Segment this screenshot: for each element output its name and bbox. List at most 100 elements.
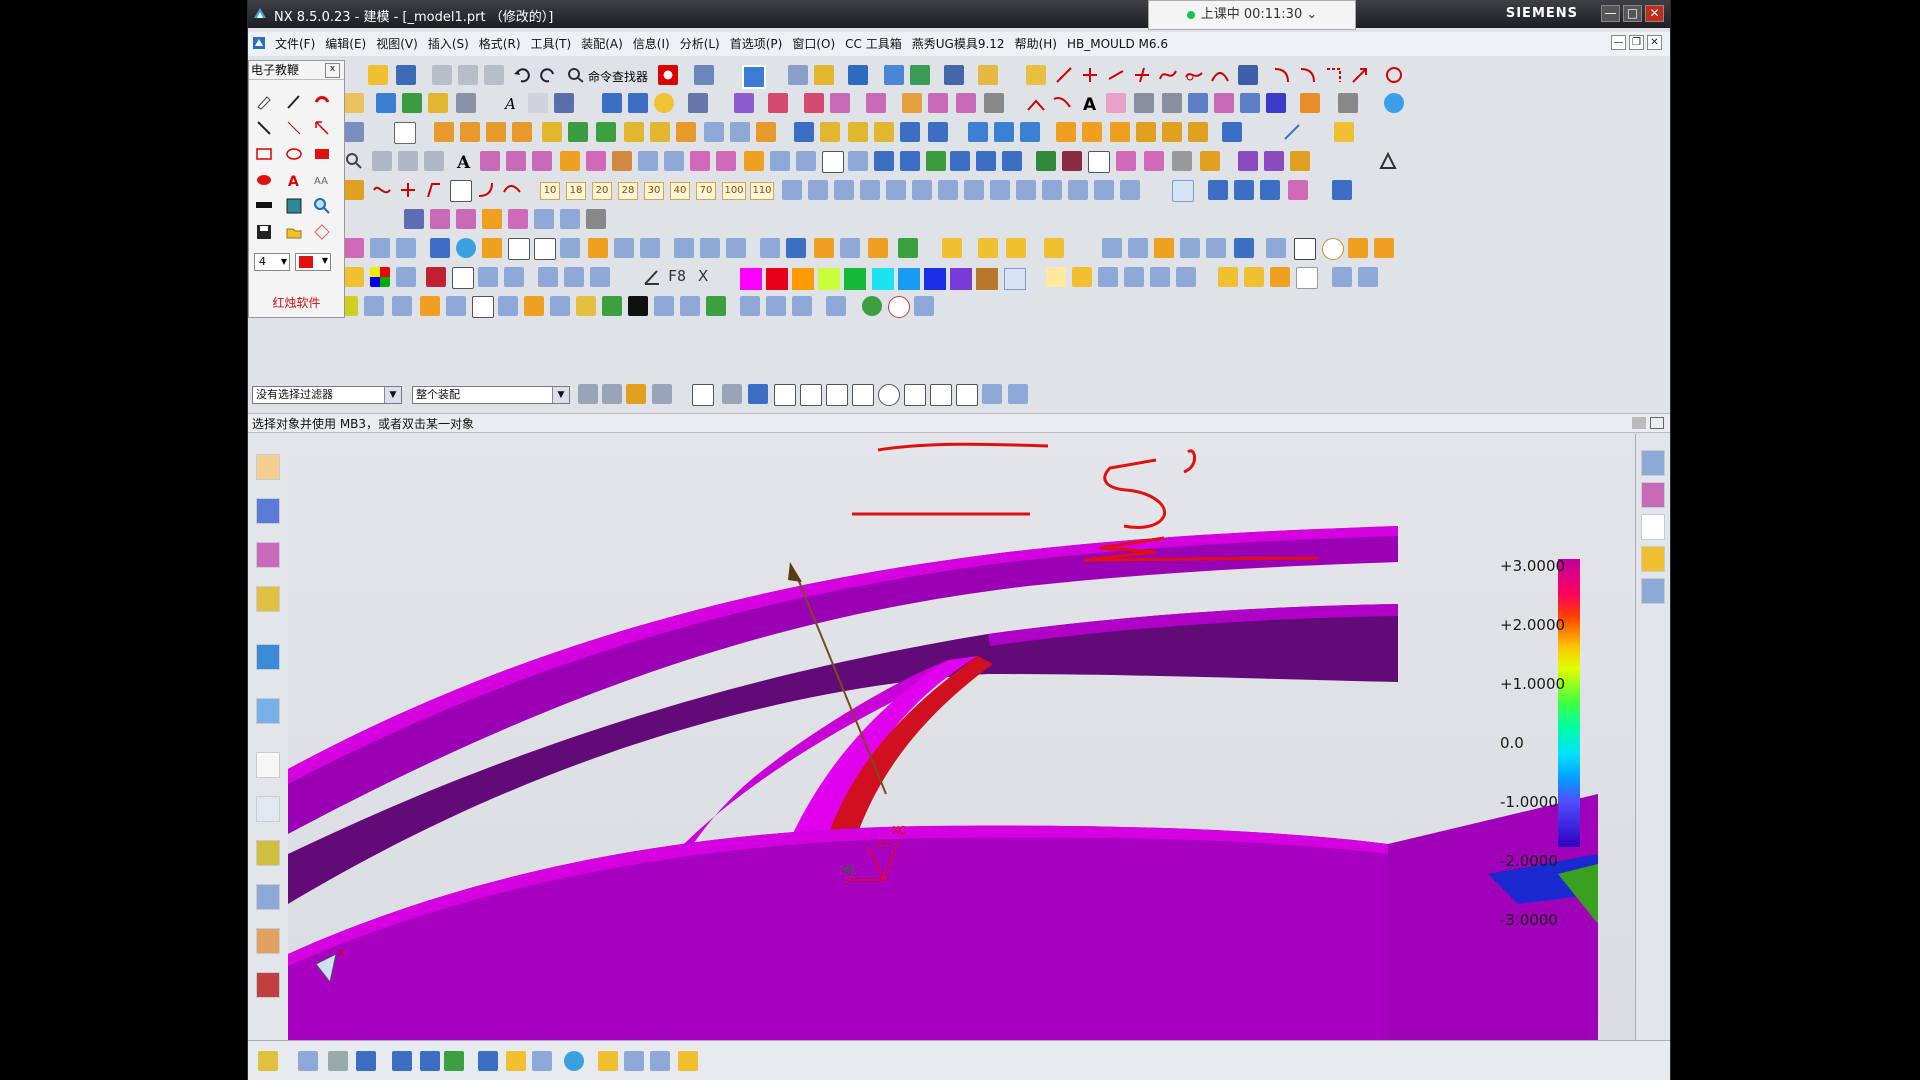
slot-icon[interactable] <box>704 122 724 142</box>
black-bar-icon[interactable] <box>255 197 273 215</box>
snap-point-icon[interactable] <box>930 384 952 406</box>
flag-icon[interactable] <box>1088 151 1110 173</box>
wireframe-icon[interactable] <box>532 1051 552 1071</box>
line-edit-icon[interactable] <box>1282 122 1302 142</box>
box2-icon[interactable] <box>460 122 480 142</box>
flag5-icon[interactable] <box>1200 151 1220 171</box>
trim8-icon[interactable] <box>586 209 606 229</box>
mold-base14-icon[interactable] <box>1120 180 1140 200</box>
size-30-button[interactable]: 30 <box>644 182 664 200</box>
flag-e-icon[interactable] <box>1150 267 1170 287</box>
electrode5-icon[interactable] <box>1332 180 1352 200</box>
insert-icon[interactable] <box>978 238 998 258</box>
mw-shrink-icon[interactable] <box>364 296 384 316</box>
color-sky-swatch[interactable] <box>898 268 920 290</box>
circle-icon[interactable] <box>1384 65 1404 85</box>
save-drawing-icon[interactable] <box>255 223 273 241</box>
vector-icon[interactable] <box>910 65 930 85</box>
text-i-icon[interactable] <box>1294 238 1316 260</box>
face-edit5-icon[interactable] <box>744 151 764 171</box>
mw-flag-icon[interactable] <box>628 296 648 316</box>
minimize-button[interactable]: — <box>1601 5 1620 22</box>
sketch-icon[interactable] <box>1026 65 1046 85</box>
size-wave-icon[interactable] <box>502 180 522 200</box>
web-browser-icon[interactable] <box>256 698 280 724</box>
type-filter-select[interactable]: 没有选择过滤器 ▼ <box>252 386 402 404</box>
manufacturing-wizard-icon[interactable] <box>256 840 280 866</box>
system-material-icon[interactable] <box>256 972 280 998</box>
menu-insert[interactable]: 插入(S) <box>423 32 474 56</box>
process-studio-icon[interactable] <box>256 796 280 822</box>
pocket-icon[interactable] <box>676 122 696 142</box>
pan-icon[interactable] <box>356 1051 376 1071</box>
orient-icon[interactable] <box>1384 93 1404 113</box>
select-cube-icon[interactable] <box>748 384 768 404</box>
status-expand-icon[interactable] <box>1650 417 1664 429</box>
menu-yanxiu[interactable]: 燕秀UG模具9.12 <box>907 32 1010 56</box>
flag-i-icon[interactable] <box>1270 267 1290 287</box>
color-custom-swatch[interactable] <box>1004 268 1026 290</box>
line2-icon[interactable] <box>1106 65 1126 85</box>
cross-icon[interactable] <box>1132 65 1152 85</box>
pad-icon[interactable] <box>756 122 776 142</box>
snap-endpoint-icon[interactable] <box>774 384 796 406</box>
color-purple-swatch[interactable] <box>950 268 972 290</box>
flag-h-icon[interactable] <box>1244 267 1264 287</box>
bridge-curve-icon[interactable] <box>1210 65 1230 85</box>
offset-region-icon[interactable] <box>370 238 390 258</box>
pattern-icon[interactable] <box>560 151 580 171</box>
color-lime-swatch[interactable] <box>818 268 840 290</box>
flag-c-icon[interactable] <box>1098 267 1118 287</box>
box3-icon[interactable] <box>486 122 506 142</box>
redo-icon[interactable] <box>538 65 558 85</box>
size-curve-icon[interactable] <box>372 180 392 200</box>
face4-icon[interactable] <box>874 122 894 142</box>
menu-tools[interactable]: 工具(T) <box>526 32 577 56</box>
mold-tool5-icon[interactable] <box>1162 122 1182 142</box>
curve-tool-icon[interactable] <box>372 151 392 171</box>
move-icon[interactable] <box>788 65 808 85</box>
sweep-icon[interactable]: A <box>502 93 522 113</box>
mold-base-icon[interactable] <box>782 180 802 200</box>
circle-o-icon[interactable] <box>1322 238 1344 260</box>
size-page-icon[interactable] <box>450 180 472 202</box>
curve-shape2-icon[interactable] <box>1162 93 1182 113</box>
sphere-icon[interactable] <box>654 93 674 113</box>
face5-icon[interactable] <box>900 122 920 142</box>
menu-edit[interactable]: 编辑(E) <box>320 32 371 56</box>
gate-icon[interactable] <box>814 238 834 258</box>
list-icon[interactable] <box>1266 238 1286 258</box>
lifter-icon[interactable] <box>1044 238 1064 258</box>
ellipse-outline-icon[interactable] <box>285 145 303 163</box>
ejector-icon[interactable] <box>1102 238 1122 258</box>
mw-pocket-icon[interactable] <box>826 296 846 316</box>
emboss2-icon[interactable] <box>506 151 526 171</box>
child-minimize-button[interactable]: — <box>1611 35 1626 50</box>
mw-electrode-icon[interactable] <box>766 296 786 316</box>
trim2-icon[interactable] <box>430 209 450 229</box>
constraint-navigator-icon[interactable] <box>256 498 280 524</box>
section-icon[interactable] <box>478 1051 498 1071</box>
size-20-button[interactable]: 20 <box>592 182 612 200</box>
layout-icon[interactable] <box>1332 267 1352 287</box>
palette-close-button[interactable]: x <box>325 63 340 78</box>
face-edit7-icon[interactable] <box>796 151 816 171</box>
swept-surface2-icon[interactable] <box>994 122 1014 142</box>
block2-icon[interactable] <box>650 122 670 142</box>
size-18-button[interactable]: 18 <box>566 182 586 200</box>
curve-shape-icon[interactable] <box>1134 93 1154 113</box>
pipe-icon[interactable] <box>628 93 648 113</box>
trim5-icon[interactable] <box>508 209 528 229</box>
mold-tool4-icon[interactable] <box>1136 122 1156 142</box>
electrode4-icon[interactable] <box>1288 180 1308 200</box>
flag6-icon[interactable] <box>1238 151 1258 171</box>
ejector6-icon[interactable] <box>1234 238 1254 258</box>
unite-icon[interactable] <box>734 93 754 113</box>
mw-ejector-icon[interactable] <box>576 296 596 316</box>
trim7-icon[interactable] <box>560 209 580 229</box>
face-edit14-icon[interactable] <box>976 151 996 171</box>
ejector3-icon[interactable] <box>1154 238 1174 258</box>
studio-icon[interactable] <box>564 1051 584 1071</box>
menu-hb-mould[interactable]: HB_MOULD M6.6 <box>1062 32 1173 56</box>
stack-icon[interactable] <box>786 238 806 258</box>
